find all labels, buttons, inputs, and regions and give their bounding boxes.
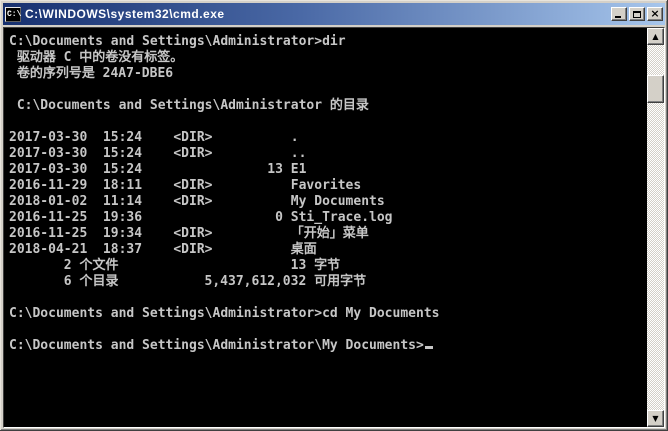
terminal-line: 卷的序列号是 24A7-DBE6 bbox=[9, 66, 174, 81]
terminal-line: 2018-04-21 18:37 <DIR> 桌面 bbox=[9, 242, 317, 257]
scroll-thumb[interactable] bbox=[647, 75, 664, 103]
maximize-button[interactable] bbox=[629, 7, 645, 21]
terminal-line: 2017-03-30 15:24 <DIR> .. bbox=[9, 146, 307, 161]
terminal-line: 2 个文件 13 字节 bbox=[9, 258, 341, 273]
terminal-line: 2016-11-25 19:34 <DIR> 「开始」菜单 bbox=[9, 226, 369, 241]
terminal-output[interactable]: C:\Documents and Settings\Administrator>… bbox=[4, 28, 647, 427]
terminal-line: 2017-03-30 15:24 13 E1 bbox=[9, 162, 307, 177]
minimize-icon bbox=[615, 16, 621, 18]
terminal-line: 2016-11-25 19:36 0 Sti_Trace.log bbox=[9, 210, 393, 225]
vertical-scrollbar[interactable]: ▲ ▼ bbox=[647, 28, 664, 427]
scroll-up-icon: ▲ bbox=[652, 31, 659, 41]
terminal-line: 2018-01-02 11:14 <DIR> My Documents bbox=[9, 194, 385, 209]
minimize-button[interactable] bbox=[611, 7, 627, 21]
terminal-line: 2017-03-30 15:24 <DIR> . bbox=[9, 130, 299, 145]
cmd-window: C:\ C:\WINDOWS\system32\cmd.exe × C:\Doc… bbox=[0, 0, 668, 431]
client-area: C:\Documents and Settings\Administrator>… bbox=[3, 27, 665, 428]
terminal-line: 2016-11-29 18:11 <DIR> Favorites bbox=[9, 178, 362, 193]
terminal-line: C:\Documents and Settings\Administrator>… bbox=[9, 34, 346, 49]
scroll-down-icon: ▼ bbox=[652, 413, 659, 423]
terminal-line: 驱动器 C 中的卷没有标签。 bbox=[9, 50, 184, 65]
titlebar[interactable]: C:\ C:\WINDOWS\system32\cmd.exe × bbox=[3, 3, 665, 25]
maximize-icon bbox=[633, 10, 641, 18]
terminal-line: C:\Documents and Settings\Administrator\… bbox=[9, 338, 647, 354]
cmd-console-icon[interactable]: C:\ bbox=[5, 6, 21, 22]
close-icon: × bbox=[650, 7, 660, 20]
terminal-line: C:\Documents and Settings\Administrator … bbox=[9, 98, 369, 113]
close-button[interactable]: × bbox=[647, 7, 663, 21]
terminal-line: C:\Documents and Settings\Administrator>… bbox=[9, 306, 440, 321]
terminal-line: 6 个目录 5,437,612,032 可用字节 bbox=[9, 274, 367, 289]
text-cursor bbox=[424, 346, 433, 349]
scroll-up-button[interactable]: ▲ bbox=[647, 28, 664, 45]
window-title: C:\WINDOWS\system32\cmd.exe bbox=[25, 7, 225, 21]
scroll-down-button[interactable]: ▼ bbox=[647, 410, 664, 427]
